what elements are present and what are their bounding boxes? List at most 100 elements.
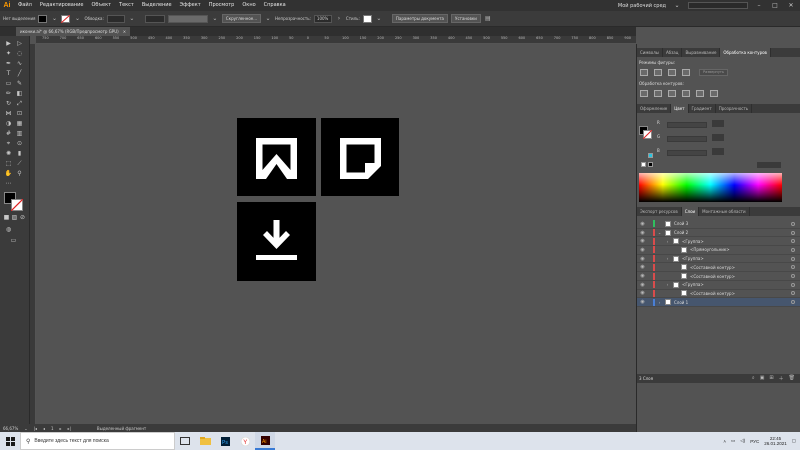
artboard-number[interactable]: 1 xyxy=(51,426,54,431)
target-circle-icon[interactable] xyxy=(791,274,795,279)
pencil-icon[interactable]: ✏ xyxy=(4,90,13,98)
menu-file[interactable]: Файл xyxy=(14,0,36,11)
tab-artboards[interactable]: Монтажные области xyxy=(699,207,750,216)
r-value-field[interactable] xyxy=(712,120,724,127)
hex-field[interactable] xyxy=(757,162,781,168)
new-layer-icon[interactable]: ＋ xyxy=(779,375,784,382)
direct-selection-tool-icon[interactable]: ▷ xyxy=(15,40,24,48)
rotate-icon[interactable]: ↻ xyxy=(4,100,13,108)
chevron-up-icon[interactable]: ˄ xyxy=(723,439,726,444)
windows-start-icon[interactable] xyxy=(0,432,20,450)
expand-toggle-icon[interactable]: › xyxy=(665,256,670,261)
edit-toolbar-icon[interactable]: ⋯ xyxy=(4,180,13,188)
stroke-swatch[interactable] xyxy=(61,14,71,23)
chevron-down-icon[interactable]: ⌄ xyxy=(24,426,27,431)
eyedropper-icon[interactable]: ⌖ xyxy=(4,140,13,148)
menu-select[interactable]: Выделение xyxy=(138,0,176,11)
b-value-field[interactable] xyxy=(712,148,724,155)
symbol-sprayer-icon[interactable]: ✺ xyxy=(4,150,13,158)
tab-symbols[interactable]: Символы xyxy=(637,48,663,57)
draw-mode-icon[interactable]: ◍ xyxy=(4,226,13,234)
divide-icon[interactable] xyxy=(640,90,648,97)
tab-asset-export[interactable]: Экспорт ресурсов xyxy=(637,207,682,216)
target-circle-icon[interactable] xyxy=(791,230,795,235)
maximize-icon[interactable]: □ xyxy=(770,2,780,9)
tab-appearance[interactable]: Оформление xyxy=(637,104,672,113)
volume-icon[interactable]: ◁) xyxy=(740,438,745,444)
target-circle-icon[interactable] xyxy=(791,247,795,252)
artboard-download[interactable] xyxy=(237,202,316,281)
clock[interactable]: 22:45 26.01.2021 xyxy=(764,436,787,446)
paintbrush-icon[interactable]: ✎ xyxy=(15,80,24,88)
magic-wand-icon[interactable]: ✦ xyxy=(4,50,13,58)
tab-layers[interactable]: Слои xyxy=(681,207,700,216)
none-mode-icon[interactable]: ⊘ xyxy=(18,214,27,222)
layer-row[interactable]: ◉ › <Группа> xyxy=(637,237,800,247)
trash-icon[interactable]: 🗑 xyxy=(789,375,795,382)
tab-pathfinder[interactable]: Обработка контуров xyxy=(720,48,771,57)
document-setup-button[interactable]: Параметры документа xyxy=(391,14,448,23)
intersect-icon[interactable] xyxy=(668,69,676,76)
target-circle-icon[interactable] xyxy=(791,300,795,305)
chevron-down-icon[interactable]: ⌄ xyxy=(73,15,81,23)
target-circle-icon[interactable] xyxy=(791,282,795,287)
clipping-mask-icon[interactable]: ▣ xyxy=(760,375,765,382)
chevron-down-icon[interactable]: ⌄ xyxy=(264,15,272,23)
chevron-down-icon[interactable]: ⌄ xyxy=(375,15,383,23)
exclude-icon[interactable] xyxy=(682,69,690,76)
screen-mode-icon[interactable]: ▭ xyxy=(9,237,18,245)
visibility-eye-icon[interactable]: ◉ xyxy=(639,238,646,244)
visibility-eye-icon[interactable]: ◉ xyxy=(639,221,646,227)
tab-align[interactable]: Выравнивание xyxy=(682,48,721,57)
expand-toggle-icon[interactable]: › xyxy=(665,282,670,287)
chevron-down-icon[interactable]: ⌄ xyxy=(50,15,58,23)
variable-width-field[interactable] xyxy=(144,14,165,23)
artboard-tool-icon[interactable]: ⬚ xyxy=(4,160,13,168)
task-view-icon[interactable] xyxy=(175,432,195,450)
notifications-icon[interactable]: ▢ xyxy=(792,438,796,444)
menu-edit[interactable]: Редактирование xyxy=(36,0,88,11)
chevron-down-icon[interactable]: ⌄ xyxy=(211,15,219,23)
black-swatch[interactable] xyxy=(648,162,653,167)
shape-builder-icon[interactable]: ◑ xyxy=(4,120,13,128)
g-value-field[interactable] xyxy=(712,134,724,141)
expand-toggle-icon[interactable]: › xyxy=(665,239,670,244)
last-artboard-icon[interactable]: ▸| xyxy=(68,426,71,431)
stroke-color-icon[interactable] xyxy=(643,130,652,139)
menu-type[interactable]: Текст xyxy=(115,0,138,11)
locate-object-icon[interactable]: ⌕ xyxy=(752,375,755,382)
close-tab-icon[interactable]: × xyxy=(123,27,126,36)
scale-icon[interactable]: ⤢ xyxy=(15,100,24,108)
tab-paragraph[interactable]: Абзац xyxy=(663,48,683,57)
layer-name[interactable]: Слой 2 xyxy=(674,230,688,235)
free-transform-icon[interactable]: ⊡ xyxy=(15,110,24,118)
layer-name[interactable]: <Составной контур> xyxy=(690,274,735,279)
layer-row[interactable]: ◉ › Слой 1 xyxy=(637,298,800,307)
menu-view[interactable]: Просмотр xyxy=(205,0,239,11)
out-of-gamut-swatch[interactable] xyxy=(648,153,653,158)
selection-tool-icon[interactable]: ▶ xyxy=(4,40,13,48)
minus-back-icon[interactable] xyxy=(710,90,718,97)
layer-name[interactable]: Слой 1 xyxy=(674,300,688,305)
chevron-down-icon[interactable]: ⌄ xyxy=(672,2,682,9)
photoshop-app-icon[interactable]: Ps xyxy=(215,432,235,450)
layer-row[interactable]: ◉ <Составной контур> xyxy=(637,272,800,281)
blend-tool-icon[interactable]: ⊙ xyxy=(15,140,24,148)
layer-name[interactable]: <Группа> xyxy=(682,282,704,287)
canvas[interactable] xyxy=(36,44,636,424)
layer-row[interactable]: ◉ <Прямоугольник> xyxy=(637,246,800,255)
mesh-tool-icon[interactable]: # xyxy=(4,130,13,138)
arrange-icon[interactable]: ▤ xyxy=(484,15,492,23)
prev-artboard-icon[interactable]: ◂ xyxy=(43,426,45,431)
visibility-eye-icon[interactable]: ◉ xyxy=(639,290,646,296)
target-circle-icon[interactable] xyxy=(791,239,795,244)
gradient-tool-icon[interactable]: ▥ xyxy=(15,130,24,138)
outline-icon[interactable] xyxy=(696,90,704,97)
target-circle-icon[interactable] xyxy=(791,291,795,296)
first-artboard-icon[interactable]: |◂ xyxy=(34,426,37,431)
selection-info[interactable]: Выделенный фрагмент xyxy=(97,426,146,431)
layer-name[interactable]: <Составной контур> xyxy=(690,291,735,296)
visibility-eye-icon[interactable]: ◉ xyxy=(639,299,646,305)
expand-toggle-icon[interactable]: ⌄ xyxy=(657,230,662,235)
width-tool-icon[interactable]: ⋈ xyxy=(4,110,13,118)
